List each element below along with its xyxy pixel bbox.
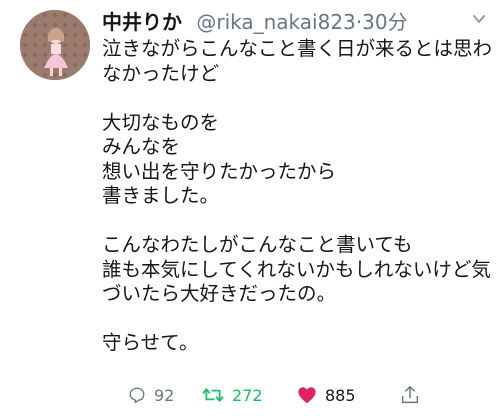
like-button[interactable]: 885 — [297, 380, 356, 410]
reply-button[interactable]: 92 — [128, 380, 174, 410]
timestamp[interactable]: 30分 — [362, 10, 407, 34]
tweet-text-line — [102, 209, 492, 234]
tweet-text-line: こんなわたしがこんなこと書いても — [102, 233, 413, 256]
tweet-text-line: 書きました。 — [102, 184, 220, 207]
like-count: 885 — [325, 385, 356, 405]
heart-icon — [298, 387, 316, 404]
tweet-header: 中井りか @rika_nakai823·30分 — [102, 8, 460, 36]
tweet-text-line: づいたら大好きだったの。 — [102, 282, 337, 305]
tweet-text: 泣きながらこんなこと書く日が来るとは思わ なかったけど 大切なものを みんなを … — [102, 37, 492, 356]
display-name[interactable]: 中井りか — [102, 10, 182, 34]
tweet-text-line: 泣きながらこんなこと書く日が来るとは思わ — [102, 37, 493, 60]
tweet-text-line: 大切なものを — [102, 110, 220, 134]
share-button[interactable] — [401, 380, 419, 410]
tweet-text-line: みんなを — [102, 135, 181, 158]
share-icon — [401, 386, 419, 404]
chevron-down-icon[interactable] — [472, 12, 486, 26]
tweet-text-line: 想い出を守りたかったから — [102, 159, 337, 183]
tweet-text-line — [102, 307, 492, 332]
avatar[interactable] — [20, 10, 90, 80]
reply-icon — [129, 387, 145, 404]
retweet-icon — [202, 388, 224, 402]
retweet-count: 272 — [232, 385, 263, 405]
tweet[interactable]: 中井りか @rika_nakai823·30分 泣きながらこんなこと書く日が来る… — [0, 0, 500, 418]
reply-count: 92 — [154, 385, 175, 405]
avatar-photo — [20, 10, 90, 80]
tweet-actions: 92 272 885 — [0, 380, 500, 410]
retweet-button[interactable]: 272 — [202, 380, 263, 410]
tweet-text-line: 守らせて。 — [102, 331, 199, 354]
user-handle[interactable]: @rika_nakai823 — [196, 10, 355, 34]
tweet-text-line — [102, 86, 492, 111]
tweet-text-line: なかったけど — [102, 61, 220, 85]
tweet-text-line: 誰も本気にしてくれないかもしれないけど気 — [102, 257, 491, 281]
